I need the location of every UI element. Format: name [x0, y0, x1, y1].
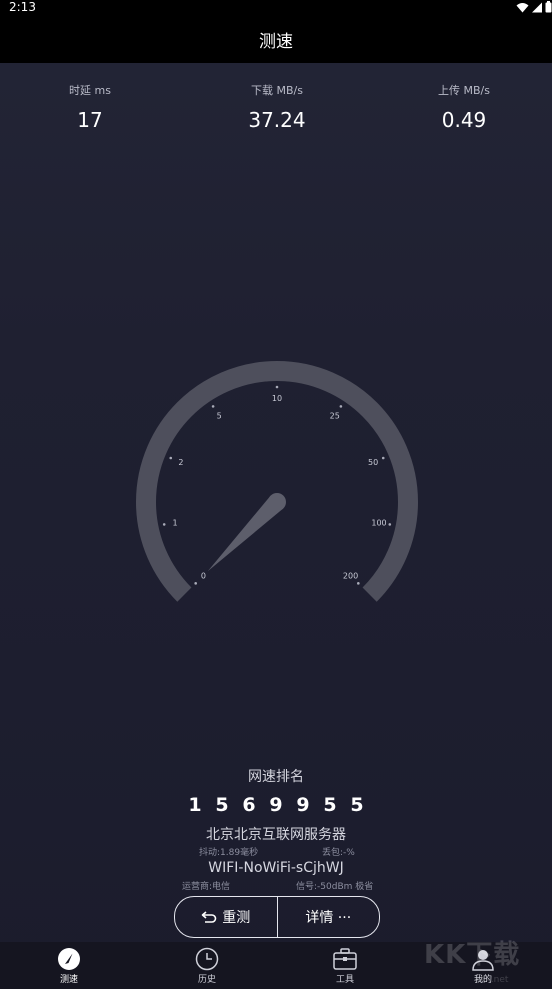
gauge-tick: [381, 456, 385, 460]
carrier-text: 运营商:电信: [182, 882, 231, 892]
gauge-tick: [388, 523, 392, 526]
gauge-tick: [339, 405, 343, 408]
gauge-scale-label: 2: [178, 458, 183, 467]
ranking-digit: 9: [296, 794, 310, 816]
clock-icon: [195, 947, 219, 970]
gauge-ticks: [162, 385, 392, 585]
retest-button[interactable]: 重测: [175, 897, 277, 937]
ranking-digits: 1569955: [0, 794, 552, 816]
signal-text: 信号:-50dBm 极省: [296, 882, 374, 892]
gauge-tick: [275, 385, 279, 389]
gauge-labels: 0125102550100200: [172, 394, 386, 581]
bottom-nav: 测速 历史 工具 我的: [0, 942, 552, 989]
nav-label-tools: 工具: [335, 974, 354, 985]
gauge-scale-label: 50: [368, 458, 378, 467]
gauge-scale-label: 1: [172, 518, 177, 527]
speedometer-icon: [58, 947, 80, 970]
nav-label-profile: 我的: [473, 974, 492, 985]
gauge-tick: [169, 456, 173, 460]
ranking-digit: 9: [269, 794, 283, 816]
user-icon: [472, 949, 494, 971]
toolbox-icon: [333, 947, 357, 970]
ranking-digit: 5: [215, 794, 229, 816]
retry-icon: [201, 911, 217, 923]
gauge-track: [136, 361, 418, 602]
server-name: 北京北京互联网服务器: [206, 827, 346, 843]
gauge-scale-label: 10: [272, 394, 282, 403]
details-button[interactable]: 详情 ···: [276, 897, 380, 937]
gauge-scale-label: 0: [201, 572, 206, 581]
nav-item-tools[interactable]: 工具: [276, 942, 414, 989]
gauge-scale-label: 200: [343, 572, 358, 581]
nav-label-speedtest: 测速: [59, 974, 78, 985]
nav-item-speedtest[interactable]: 测速: [0, 942, 138, 989]
ranking-digit: 6: [242, 794, 256, 816]
gauge-tick: [211, 405, 215, 408]
ranking-digit: 5: [323, 794, 337, 816]
action-buttons: 重测 详情 ···: [174, 896, 380, 938]
packet-loss-text: 丢包:-%: [322, 848, 355, 858]
nav-item-profile[interactable]: 我的: [414, 942, 552, 989]
details-label: 详情 ···: [305, 910, 352, 926]
wifi-ssid: WIFI-NoWiFi-sCjhWJ: [208, 860, 344, 876]
nav-label-history: 历史: [197, 974, 216, 985]
needle-hub: [268, 493, 286, 511]
gauge-scale-label: 5: [217, 412, 222, 421]
gauge-scale-label: 25: [330, 412, 340, 421]
gauge-scale-label: 100: [371, 518, 386, 527]
ranking-title: 网速排名: [248, 769, 304, 785]
ranking-digit: 1: [188, 794, 202, 816]
gauge-tick: [357, 582, 360, 585]
jitter-text: 抖动:1.89毫秒: [199, 848, 259, 858]
ranking-section: 网速排名 1569955 北京北京互联网服务器 抖动:1.89毫秒 丢包:-% …: [0, 766, 552, 892]
ranking-digit: 5: [350, 794, 364, 816]
nav-item-history[interactable]: 历史: [138, 942, 276, 989]
gauge-tick: [194, 582, 197, 585]
gauge-needle: [207, 493, 286, 572]
retest-label: 重测: [222, 910, 251, 926]
gauge-tick: [162, 523, 166, 526]
